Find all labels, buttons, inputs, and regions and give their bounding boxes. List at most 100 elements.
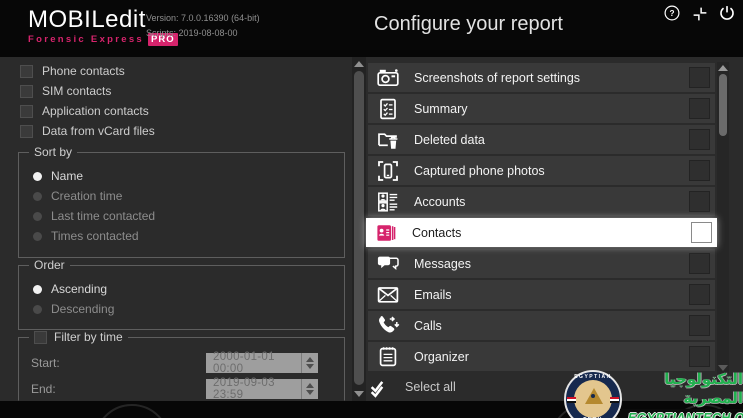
- radio-icon[interactable]: [33, 211, 42, 221]
- report-item-label: Deleted data: [414, 132, 485, 147]
- scroll-up-icon[interactable]: [354, 61, 364, 67]
- report-item-label: Accounts: [414, 194, 466, 209]
- order-group: Order Ascending Descending: [18, 258, 345, 330]
- filter-by-time-title-row: Filter by time: [29, 330, 128, 345]
- report-item-calls[interactable]: Calls: [368, 311, 715, 340]
- left-scrollbar-thumb[interactable]: [354, 71, 364, 385]
- report-item-checkbox[interactable]: [689, 253, 710, 274]
- scroll-down-icon[interactable]: [354, 391, 364, 397]
- checkbox-box-icon[interactable]: [20, 124, 33, 138]
- report-scrollbar-thumb[interactable]: [719, 74, 727, 136]
- radio-creation-time[interactable]: Creation time: [33, 189, 155, 203]
- report-item-label: Messages: [414, 256, 471, 271]
- radio-label: Times contacted: [51, 229, 139, 243]
- report-item-messages[interactable]: Messages: [368, 249, 715, 278]
- filter-end-row: End: 2019-09-03 23:59: [31, 377, 336, 401]
- double-check-icon: [368, 374, 393, 399]
- start-spinner-icon[interactable]: [301, 353, 318, 373]
- checkbox-data-from-vcard-files[interactable]: Data from vCard files: [20, 124, 155, 138]
- report-item-label: Organizer: [414, 349, 469, 364]
- sort-by-group: Sort by Name Creation time Last time conta…: [18, 145, 345, 258]
- radio-times-contacted[interactable]: Times contacted: [33, 229, 155, 243]
- scripts-line: Scripts: 2019-08-08-00: [146, 27, 238, 38]
- address-book-icon: [374, 221, 398, 245]
- report-item-label: Contacts: [412, 225, 462, 240]
- filter-by-time-group: Filter by time Start: 2000-01-01 00:00 E…: [18, 330, 345, 401]
- version-line: Version: 7.0.0.16390 (64-bit): [146, 13, 260, 23]
- left-panel-scrollbar[interactable]: [352, 57, 366, 401]
- collapse-window-icon[interactable]: [691, 5, 709, 23]
- checkbox-sim-contacts[interactable]: SIM contacts: [20, 84, 155, 98]
- contact-cards-icon: [376, 190, 400, 214]
- egypt-flag-icon: [610, 397, 619, 403]
- radio-icon[interactable]: [33, 284, 42, 294]
- report-item-checkbox[interactable]: [689, 160, 710, 181]
- report-item-contacts[interactable]: Contacts: [366, 218, 717, 247]
- radio-label: Ascending: [51, 282, 108, 296]
- report-item-emails[interactable]: Emails: [368, 280, 715, 309]
- report-item-checkbox[interactable]: [689, 129, 710, 150]
- checkbox-box-icon[interactable]: [20, 84, 33, 98]
- select-all-label: Select all: [405, 379, 456, 394]
- radio-label: Creation time: [51, 189, 123, 203]
- envelope-icon: [376, 283, 400, 307]
- checkbox-label: Application contacts: [42, 104, 149, 118]
- power-icon[interactable]: [718, 4, 736, 22]
- watermark-site-text: EGYPTIANTECH.ORG: [620, 409, 743, 418]
- radio-icon[interactable]: [33, 171, 42, 181]
- start-label: Start:: [31, 356, 60, 370]
- report-item-captured-phone-photos[interactable]: Captured phone photos: [368, 156, 715, 185]
- report-item-checkbox[interactable]: [691, 222, 712, 243]
- scroll-up-icon[interactable]: [718, 65, 728, 71]
- report-item-deleted-data[interactable]: Deleted data: [368, 125, 715, 154]
- end-spinner-icon[interactable]: [301, 379, 318, 399]
- filter-by-time-checkbox[interactable]: [34, 331, 47, 344]
- watermark-text-block: التكنولوجيا المصرية EGYPTIANTECH.ORG: [620, 370, 743, 418]
- report-item-accounts[interactable]: Accounts: [368, 187, 715, 216]
- end-datetime-value: 2019-09-03 23:59: [213, 377, 275, 401]
- report-item-label: Summary: [414, 101, 468, 116]
- checkbox-label: Phone contacts: [42, 64, 125, 78]
- camera-icon: [376, 66, 400, 90]
- radio-last-time-contacted[interactable]: Last time contacted: [33, 209, 155, 223]
- summary-checklist-icon: [376, 97, 400, 121]
- report-item-label: Emails: [414, 287, 452, 302]
- report-item-checkbox[interactable]: [689, 346, 710, 367]
- radio-name[interactable]: Name: [33, 169, 155, 183]
- radio-icon[interactable]: [33, 304, 42, 314]
- sort-by-options: Name Creation time Last time contacted Time…: [33, 169, 155, 243]
- report-item-checkbox[interactable]: [689, 284, 710, 305]
- checkbox-box-icon[interactable]: [20, 104, 33, 118]
- report-item-checkbox[interactable]: [689, 98, 710, 119]
- checkbox-application-contacts[interactable]: Application contacts: [20, 104, 155, 118]
- report-item-organizer[interactable]: Organizer: [368, 342, 715, 371]
- start-datetime-field[interactable]: 2000-01-01 00:00: [206, 351, 318, 375]
- checkbox-label: SIM contacts: [42, 84, 112, 98]
- egyptiantech-logo-badge: EGYPTIAN TECH: [564, 370, 622, 418]
- sort-by-group-title: Sort by: [29, 145, 78, 160]
- folder-trash-icon: [376, 128, 400, 152]
- checkbox-phone-contacts[interactable]: Phone contacts: [20, 64, 155, 78]
- select-all-button[interactable]: Select all: [368, 374, 456, 399]
- checkbox-box-icon[interactable]: [20, 64, 33, 78]
- end-label: End:: [31, 382, 56, 396]
- report-item-checkbox[interactable]: [689, 191, 710, 212]
- radio-icon[interactable]: [33, 191, 42, 201]
- version-info: Version: 7.0.0.16390 (64-bit) Scripts: 2…: [146, 11, 260, 40]
- radio-ascending[interactable]: Ascending: [33, 282, 114, 296]
- report-item-checkbox[interactable]: [689, 67, 710, 88]
- radio-label: Name: [51, 169, 84, 183]
- radio-label: Descending: [51, 302, 115, 316]
- report-item-checkbox[interactable]: [689, 315, 710, 336]
- mobiledit-window: MOBILedit Forensic Express PRO Version: …: [0, 0, 743, 418]
- report-list-scrollbar[interactable]: [717, 62, 729, 374]
- help-icon[interactable]: ?: [663, 4, 681, 22]
- radio-descending[interactable]: Descending: [33, 302, 114, 316]
- report-sections-list: Screenshots of report settings Summary Del…: [366, 63, 717, 373]
- report-item-summary[interactable]: Summary: [368, 94, 715, 123]
- speech-bubbles-icon: [376, 252, 400, 276]
- end-datetime-field[interactable]: 2019-09-03 23:59: [206, 377, 318, 401]
- report-item-screenshots-of-report-settings[interactable]: Screenshots of report settings: [368, 63, 715, 92]
- eye-icon: [591, 394, 595, 398]
- radio-icon[interactable]: [33, 231, 42, 241]
